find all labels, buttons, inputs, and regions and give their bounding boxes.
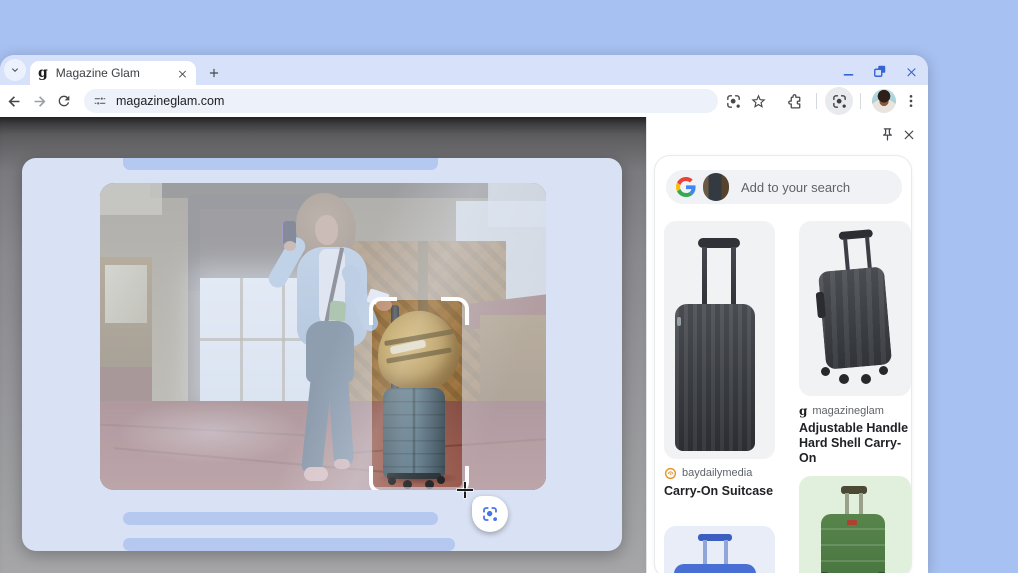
suitcase-handle-strut <box>724 540 728 566</box>
google-logo-icon <box>676 177 696 197</box>
selected-image-thumbnail <box>703 173 729 201</box>
lens-side-panel: Add to your search baydailymedia Carry-O… <box>646 117 928 573</box>
suitcase-handle-strut <box>859 493 863 515</box>
reload-button[interactable] <box>54 91 74 111</box>
forward-button[interactable] <box>29 91 49 111</box>
lens-panel-toggle-button[interactable] <box>825 87 853 115</box>
suitcase-wheel <box>861 374 871 384</box>
suitcase-wheel <box>879 366 888 375</box>
pin-icon <box>882 127 892 141</box>
screen: { "browser": { "tab_title": "Magazine Gl… <box>0 0 1018 573</box>
webpage-card <box>22 158 622 551</box>
product-image-card[interactable] <box>799 476 911 573</box>
lens-icon <box>483 507 497 521</box>
minimize-icon <box>843 73 853 76</box>
suitcase-handle-strut <box>865 236 872 269</box>
suitcase-handle-strut <box>845 493 849 515</box>
lens-icon <box>726 94 740 108</box>
search-placeholder: Add to your search <box>741 179 851 195</box>
close-panel-button[interactable] <box>901 126 917 142</box>
page-viewport <box>0 117 646 573</box>
suitcase-handle-strut <box>843 238 850 271</box>
forward-arrow-icon <box>34 95 46 107</box>
lens-search-button[interactable] <box>723 91 743 111</box>
suitcase-wheel <box>821 367 830 376</box>
restore-icon <box>874 65 886 77</box>
suitcase-zipper <box>677 317 681 326</box>
crosshair-line <box>457 489 473 491</box>
tab-title: Magazine Glam <box>55 66 140 80</box>
product-image-card[interactable] <box>664 221 775 459</box>
suitcase-handle-strut <box>731 247 736 305</box>
tab-close-icon[interactable] <box>177 68 188 79</box>
site-settings-icon[interactable] <box>93 94 107 108</box>
extensions-puzzle-icon <box>787 93 800 109</box>
suitcase-body <box>675 304 755 451</box>
suitcase-wheel <box>839 374 849 384</box>
profile-avatar[interactable] <box>872 89 896 113</box>
lens-search-bar[interactable]: Add to your search <box>666 170 902 204</box>
chevron-down-icon <box>12 68 18 72</box>
bookmark-button[interactable] <box>748 91 768 111</box>
product-title[interactable]: Carry-On Suitcase <box>664 484 778 499</box>
lens-icon <box>832 94 846 108</box>
site-favicon: g <box>38 65 48 81</box>
lens-selection-region[interactable] <box>372 300 462 487</box>
toolbar-separator <box>860 93 861 109</box>
back-arrow-icon <box>7 95 19 107</box>
crosshair-cursor <box>457 482 473 498</box>
selection-bracket[interactable] <box>441 297 469 325</box>
tab-search-button[interactable] <box>4 59 26 81</box>
tab-magazine-glam[interactable]: g Magazine Glam <box>30 61 196 85</box>
address-bar[interactable]: magazineglam.com <box>84 89 718 113</box>
suitcase-handle-strut <box>703 540 707 566</box>
product-image-card[interactable] <box>799 221 911 396</box>
browser-menu-button[interactable] <box>901 91 921 111</box>
browser-window: g Magazine Glam magazineglam.com Add to … <box>0 55 928 573</box>
suitcase-body <box>674 564 756 573</box>
pin-panel-button[interactable] <box>879 126 895 142</box>
baydailymedia-icon <box>664 467 677 479</box>
url-text: magazineglam.com <box>116 94 225 108</box>
window-close-button[interactable] <box>903 63 919 79</box>
suitcase-logo-patch <box>847 520 857 525</box>
new-tab-button[interactable] <box>203 62 225 84</box>
window-restore-button[interactable] <box>872 63 888 79</box>
product-source[interactable]: baydailymedia <box>664 465 777 481</box>
product-image-card[interactable] <box>664 526 775 573</box>
toolbar-separator <box>816 93 817 109</box>
back-button[interactable] <box>4 91 24 111</box>
selection-bracket[interactable] <box>369 466 397 490</box>
suitcase-body <box>817 266 893 370</box>
close-icon <box>904 130 914 140</box>
suitcase-handle-strut <box>702 247 707 305</box>
magazineglam-icon: g <box>799 404 808 418</box>
skeleton-bar <box>123 538 455 551</box>
product-source-label: baydailymedia <box>682 467 753 479</box>
reload-icon <box>58 95 70 107</box>
star-icon <box>750 93 766 108</box>
hero-photo[interactable] <box>100 183 546 490</box>
lens-select-button[interactable] <box>472 496 508 532</box>
suitcase-angled-group <box>811 228 900 384</box>
skeleton-bar <box>123 158 438 170</box>
selection-bracket[interactable] <box>369 297 397 325</box>
product-source-label: magazineglam <box>812 405 884 417</box>
skeleton-bar <box>123 512 438 525</box>
extensions-button[interactable] <box>785 91 805 111</box>
lens-results-card: Add to your search baydailymedia Carry-O… <box>654 155 912 573</box>
close-icon <box>906 67 916 76</box>
window-minimize-button[interactable] <box>840 63 856 79</box>
product-title[interactable]: Adjustable Handle Hard Shell Carry-On <box>799 421 911 466</box>
plus-icon <box>209 68 219 78</box>
three-dot-menu-icon <box>909 95 913 107</box>
light-streak <box>100 183 546 490</box>
product-source[interactable]: g magazineglam <box>799 403 911 419</box>
